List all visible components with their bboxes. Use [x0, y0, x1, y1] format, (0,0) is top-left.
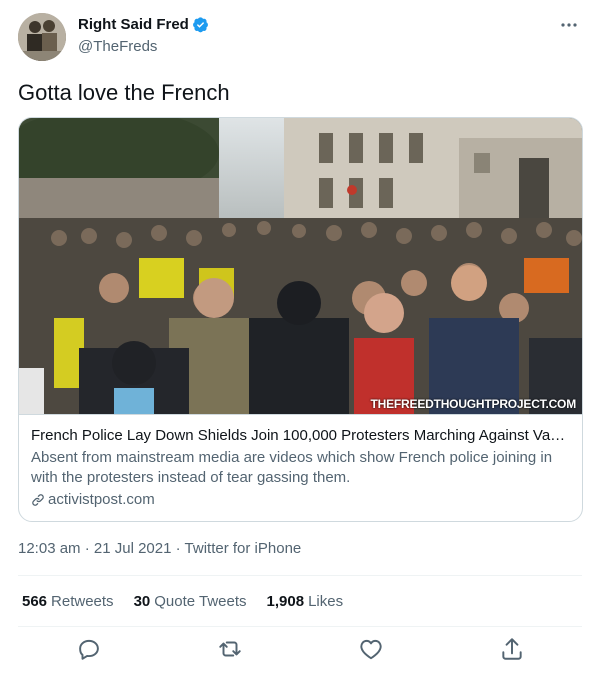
- retweets-count: 566: [22, 593, 48, 610]
- likes-count: 1,908: [266, 593, 305, 610]
- tweet-text: Gotta love the French: [18, 80, 230, 105]
- retweet-icon[interactable]: [217, 636, 243, 662]
- quotes-count: 30: [133, 593, 151, 610]
- divider: [18, 575, 582, 576]
- card-title[interactable]: French Police Lay Down Shields Join 100,…: [31, 426, 571, 446]
- tweet-source[interactable]: Twitter for iPhone: [185, 540, 302, 557]
- retweets-stat[interactable]: 566 Retweets: [22, 593, 114, 610]
- handle[interactable]: @TheFreds: [78, 38, 157, 55]
- divider: [18, 626, 582, 627]
- share-icon[interactable]: [499, 636, 525, 662]
- avatar[interactable]: [18, 13, 66, 61]
- card-domain-text: activistpost.com: [48, 491, 155, 508]
- likes-label: Likes: [308, 593, 344, 610]
- display-name[interactable]: Right Said Fred: [78, 16, 189, 33]
- author-name-row[interactable]: Right Said Fred: [78, 16, 209, 33]
- meta-separator: ·: [175, 540, 181, 557]
- more-icon[interactable]: [558, 14, 580, 36]
- quotes-label: Quote Tweets: [154, 593, 247, 610]
- meta-separator: ·: [84, 540, 90, 557]
- retweets-label: Retweets: [51, 593, 114, 610]
- link-card[interactable]: THEFREEDTHOUGHTPROJECT.COM French Police…: [18, 117, 583, 522]
- card-description: Absent from mainstream media are videos …: [31, 449, 553, 486]
- like-icon[interactable]: [358, 636, 384, 662]
- link-icon: [32, 494, 44, 506]
- quote-tweets-stat[interactable]: 30 Quote Tweets: [134, 593, 247, 610]
- tweet-time[interactable]: 12:03 am: [18, 540, 81, 557]
- card-domain[interactable]: activistpost.com: [31, 490, 571, 510]
- tweet-stats: 566 Retweets 30 Quote Tweets 1,908 Likes: [22, 593, 363, 610]
- likes-stat[interactable]: 1,908 Likes: [267, 593, 344, 610]
- card-image[interactable]: THEFREEDTHOUGHTPROJECT.COM: [19, 118, 582, 415]
- verified-icon: [192, 17, 208, 33]
- reply-icon[interactable]: [76, 636, 102, 662]
- card-body[interactable]: French Police Lay Down Shields Join 100,…: [31, 426, 571, 510]
- tweet-date[interactable]: 21 Jul 2021: [94, 540, 172, 557]
- image-watermark: THEFREEDTHOUGHTPROJECT.COM: [370, 397, 577, 411]
- tweet-meta: 12:03 am · 21 Jul 2021 · Twitter for iPh…: [18, 540, 301, 557]
- action-bar: [0, 636, 598, 666]
